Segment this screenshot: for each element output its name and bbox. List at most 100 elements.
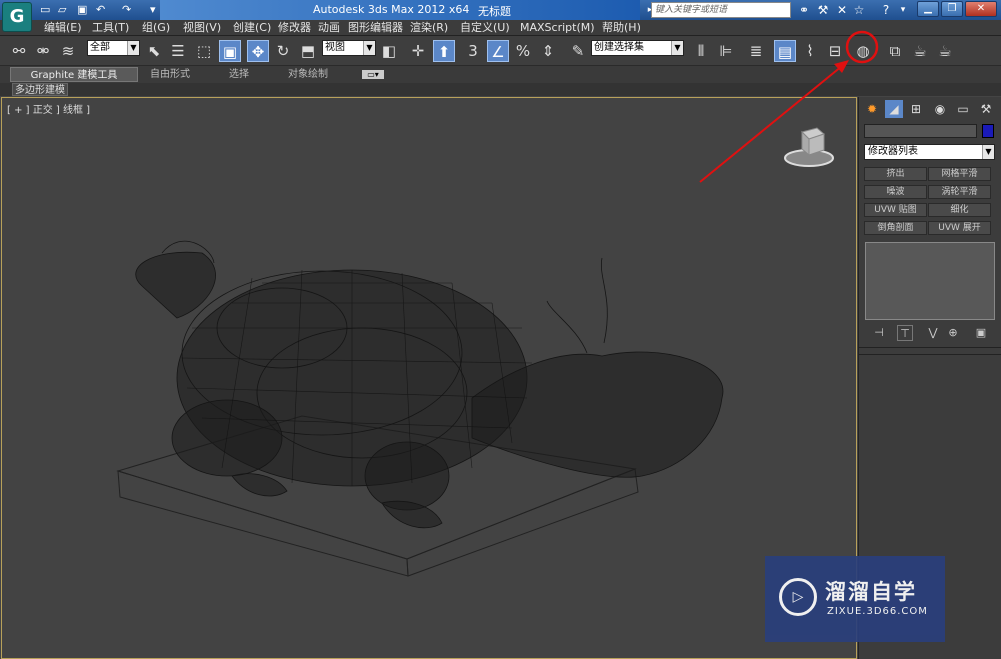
menu-views[interactable]: 视图(V) bbox=[183, 21, 221, 35]
modifier-button-unwrap-uvw[interactable]: UVW 展开 bbox=[928, 221, 991, 235]
snaps-toggle-icon[interactable]: 3 bbox=[462, 40, 484, 62]
rectangular-selection-icon[interactable]: ⬚ bbox=[193, 40, 215, 62]
pin-stack-icon[interactable]: ⊣ bbox=[871, 325, 887, 341]
menu-modifiers[interactable]: 修改器 bbox=[278, 21, 311, 35]
selection-filter-dropdown[interactable]: 全部 ▼ bbox=[87, 40, 140, 56]
utilities-panel-icon[interactable]: ⚒ bbox=[977, 100, 995, 118]
remove-modifier-icon[interactable]: ⊕ bbox=[945, 325, 961, 341]
modifier-stack-list[interactable] bbox=[865, 242, 995, 320]
redo-icon[interactable]: ↷ bbox=[122, 2, 131, 17]
render-setup-icon[interactable]: ⧉ bbox=[884, 40, 906, 62]
modifier-button-tessellate[interactable]: 细化 bbox=[928, 203, 991, 217]
render-production-icon[interactable]: ☕ bbox=[934, 40, 956, 62]
menu-graph-editors[interactable]: 图形编辑器 bbox=[348, 21, 403, 35]
help-dropdown-icon[interactable]: ▾ bbox=[895, 2, 911, 18]
bind-space-warp-icon[interactable]: ≋ bbox=[57, 40, 79, 62]
percent-snap-icon[interactable]: % bbox=[512, 40, 534, 62]
wireframe-model[interactable] bbox=[2, 98, 857, 659]
maximize-button[interactable]: ❐ bbox=[941, 1, 963, 17]
modifier-list-dropdown[interactable]: 修改器列表 ▼ bbox=[864, 144, 995, 160]
mirror-icon[interactable]: ⫴ bbox=[690, 40, 712, 62]
help-icon[interactable]: ? bbox=[878, 2, 894, 18]
rendered-frame-window-icon[interactable]: ☕ bbox=[909, 40, 931, 62]
quick-access-dropdown-icon[interactable]: ▾ bbox=[150, 2, 156, 17]
unlink-icon[interactable]: ⚮ bbox=[32, 40, 54, 62]
favorites-star-icon[interactable]: ☆ bbox=[851, 2, 867, 18]
tab-selection[interactable]: 选择 bbox=[226, 67, 252, 82]
layer-manager-icon[interactable]: ≣ bbox=[745, 40, 767, 62]
object-color-swatch[interactable] bbox=[982, 124, 994, 138]
app-title: Autodesk 3ds Max 2012 x64 bbox=[313, 3, 470, 16]
graphite-ribbon: Graphite 建模工具 自由形式 选择 对象绘制 ▭▾ bbox=[0, 66, 1001, 83]
select-by-name-icon[interactable]: ☰ bbox=[167, 40, 189, 62]
spinner-snap-icon[interactable]: ⇕ bbox=[537, 40, 559, 62]
minimize-button[interactable]: ▁ bbox=[917, 1, 939, 17]
graphite-ribbon-icon[interactable]: ▤ bbox=[774, 40, 796, 62]
open-file-icon[interactable]: ▱ bbox=[58, 2, 66, 17]
angle-snap-icon[interactable]: ∠ bbox=[487, 40, 509, 62]
modify-panel-icon[interactable]: ◢ bbox=[885, 100, 903, 118]
modifier-button-bevel-profile[interactable]: 倒角剖面 bbox=[864, 221, 927, 235]
display-panel-icon[interactable]: ▭ bbox=[954, 100, 972, 118]
menu-animation[interactable]: 动画 bbox=[318, 21, 340, 35]
snaps-toggle-label: 3 bbox=[468, 42, 478, 60]
viewport-orthographic[interactable]: [ + ] 正交 ] 线框 ] bbox=[1, 97, 857, 659]
menu-customize[interactable]: 自定义(U) bbox=[460, 21, 510, 35]
hierarchy-panel-icon[interactable]: ⊞ bbox=[907, 100, 925, 118]
menu-tools[interactable]: 工具(T) bbox=[92, 21, 129, 35]
schematic-view-icon[interactable]: ⊟ bbox=[824, 40, 846, 62]
save-file-icon[interactable]: ▣ bbox=[77, 2, 87, 17]
select-manipulate-icon[interactable]: ✛ bbox=[407, 40, 429, 62]
panel-divider bbox=[859, 354, 1001, 355]
curve-editor-icon[interactable]: ⌇ bbox=[799, 40, 821, 62]
select-and-move-icon[interactable]: ✥ bbox=[247, 40, 269, 62]
make-unique-icon[interactable]: ⋁ bbox=[925, 325, 941, 341]
modifier-button-uvw-map[interactable]: UVW 贴图 bbox=[864, 203, 927, 217]
menu-rendering[interactable]: 渲染(R) bbox=[410, 21, 448, 35]
watermark-subtitle: ZIXUE.3D66.COM bbox=[827, 606, 928, 617]
app-logo-button[interactable]: G bbox=[2, 2, 32, 32]
window-crossing-icon[interactable]: ▣ bbox=[219, 40, 241, 62]
menu-create[interactable]: 创建(C) bbox=[233, 21, 271, 35]
reference-coordinate-dropdown[interactable]: 视图 ▼ bbox=[322, 40, 376, 56]
polygon-modeling-panel[interactable]: 多边形建模 bbox=[12, 83, 68, 96]
menu-help[interactable]: 帮助(H) bbox=[602, 21, 641, 35]
select-object-icon[interactable]: ⬉ bbox=[143, 40, 165, 62]
pivot-center-icon[interactable]: ◧ bbox=[378, 40, 400, 62]
tab-freeform[interactable]: 自由形式 bbox=[150, 67, 190, 82]
undo-icon[interactable]: ↶ bbox=[96, 2, 105, 17]
binoculars-icon[interactable]: ⚭ bbox=[796, 2, 812, 18]
communication-icon[interactable]: ✕ bbox=[834, 2, 850, 18]
select-and-link-icon[interactable]: ⚯ bbox=[8, 40, 30, 62]
material-editor-icon[interactable]: ◍ bbox=[852, 40, 874, 62]
align-icon[interactable]: ⊫ bbox=[715, 40, 737, 62]
motion-panel-icon[interactable]: ◉ bbox=[931, 100, 949, 118]
object-name-field[interactable] bbox=[864, 124, 977, 138]
create-panel-icon[interactable]: ✹ bbox=[863, 100, 881, 118]
select-and-rotate-icon[interactable]: ↻ bbox=[272, 40, 294, 62]
close-button[interactable]: ✕ bbox=[965, 1, 997, 17]
menu-edit[interactable]: 编辑(E) bbox=[44, 21, 82, 35]
select-and-scale-icon[interactable]: ⬒ bbox=[297, 40, 319, 62]
tab-graphite-modeling[interactable]: Graphite 建模工具 bbox=[10, 67, 138, 82]
menu-group[interactable]: 组(G) bbox=[142, 21, 170, 35]
modifier-button-turbosmooth[interactable]: 涡轮平滑 bbox=[928, 185, 991, 199]
tab-object-paint[interactable]: 对象绘制 bbox=[288, 67, 328, 82]
watermark: ▷ 溜溜自学 ZIXUE.3D66.COM bbox=[765, 556, 945, 642]
chevron-down-icon: ▼ bbox=[671, 41, 683, 55]
menu-maxscript[interactable]: MAXScript(M) bbox=[520, 21, 595, 35]
viewcube[interactable] bbox=[784, 122, 834, 168]
new-file-icon[interactable]: ▭ bbox=[40, 2, 50, 17]
viewcube-graphic bbox=[784, 127, 834, 167]
keyboard-shortcut-override-icon[interactable]: ⬆ bbox=[433, 40, 455, 62]
show-end-result-icon[interactable]: ⊤ bbox=[897, 325, 913, 341]
modifier-button-meshsmooth[interactable]: 网格平滑 bbox=[928, 167, 991, 181]
configure-modifier-sets-icon[interactable]: ▣ bbox=[973, 325, 989, 341]
edit-named-selection-icon[interactable]: ✎ bbox=[567, 40, 589, 62]
help-search-input[interactable]: 键入关键字或短语 bbox=[651, 2, 791, 18]
modifier-button-extrude[interactable]: 挤出 bbox=[864, 167, 927, 181]
modifier-button-noise[interactable]: 噪波 bbox=[864, 185, 927, 199]
named-selection-dropdown[interactable]: 创建选择集 ▼ bbox=[591, 40, 684, 56]
ribbon-options-icon[interactable]: ▭▾ bbox=[362, 70, 384, 79]
subscription-icon[interactable]: ⚒ bbox=[815, 2, 831, 18]
